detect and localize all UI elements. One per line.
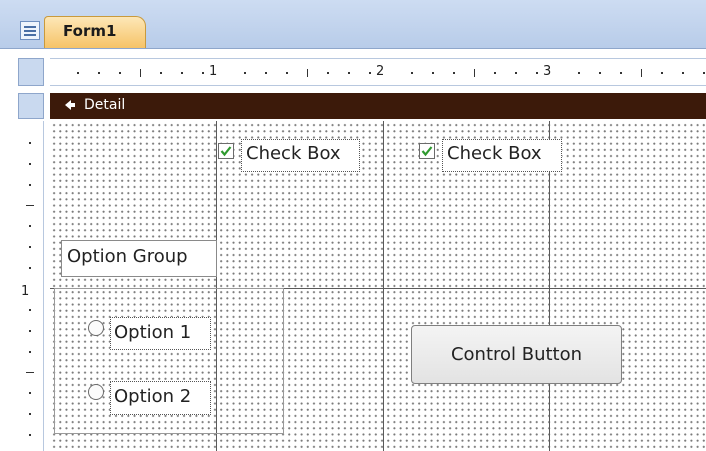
checkmark-icon: [220, 146, 232, 157]
option-2-radio[interactable]: [88, 384, 104, 400]
ruler-mark-3: 3: [543, 64, 552, 79]
ruler-tick: [29, 350, 31, 353]
ruler-tick: [29, 413, 31, 416]
ruler-tick: [202, 72, 205, 74]
control-button[interactable]: Control Button: [411, 325, 622, 384]
check-box-2[interactable]: [419, 143, 435, 159]
ruler-tick: [26, 204, 34, 206]
ruler-tick: [494, 72, 497, 74]
ruler-tick: [410, 72, 413, 74]
grid-line: [383, 121, 384, 451]
ruler-tick: [29, 162, 31, 165]
tab-form1-label: Form1: [63, 22, 117, 40]
ruler-tick: [29, 329, 31, 332]
check-box-1[interactable]: [218, 143, 234, 159]
vertical-ruler-mark-1: 1: [21, 284, 30, 299]
form-icon: [20, 21, 40, 40]
section-selector[interactable]: [18, 93, 44, 119]
ruler-tick: [26, 371, 34, 373]
ruler-tick: [181, 72, 184, 74]
checkmark-icon: [421, 146, 433, 157]
ruler-tick: [431, 72, 434, 74]
ruler-tick: [29, 225, 31, 228]
detail-section-label: Detail: [84, 97, 126, 113]
ruler-tick: [661, 72, 664, 74]
ruler-tick: [29, 434, 31, 437]
ruler-tick: [76, 72, 79, 74]
check-box-2-label[interactable]: Check Box: [442, 139, 562, 172]
ruler-tick: [118, 72, 121, 74]
ruler-tick: [29, 183, 31, 186]
ruler-tick: [29, 392, 31, 395]
ruler-tick: [29, 246, 31, 249]
ruler-tick: [473, 69, 475, 77]
ruler-tick: [29, 267, 31, 270]
check-box-1-label[interactable]: Check Box: [241, 139, 360, 172]
option-1-label[interactable]: Option 1: [110, 317, 211, 350]
ruler-tick: [640, 69, 642, 77]
ruler-tick: [536, 72, 539, 74]
ruler-tick: [327, 72, 330, 74]
ruler-mark-2: 2: [376, 64, 385, 79]
section-arrow-icon: [65, 100, 75, 110]
option-group-label[interactable]: Option Group: [61, 240, 217, 277]
ruler-tick: [160, 72, 163, 74]
ruler-tick: [243, 72, 246, 74]
ruler-tick: [29, 141, 31, 144]
ruler-tick: [452, 72, 455, 74]
ruler-tick: [369, 72, 372, 74]
option-2-label[interactable]: Option 2: [110, 381, 211, 415]
ruler-tick: [703, 72, 706, 74]
option-1-radio[interactable]: [88, 320, 104, 336]
ruler-tick: [139, 69, 141, 77]
ruler-tick: [29, 308, 31, 311]
detail-section-header[interactable]: Detail: [50, 93, 706, 119]
ruler-tick: [306, 69, 308, 77]
form-selector[interactable]: [18, 58, 44, 86]
ruler-tick: [682, 72, 685, 74]
ruler-tick: [598, 72, 601, 74]
ruler-tick: [619, 72, 622, 74]
ruler-tick: [97, 72, 100, 74]
ruler-tick: [515, 72, 518, 74]
tab-form1[interactable]: Form1: [44, 16, 146, 48]
vertical-ruler[interactable]: 1: [18, 121, 44, 451]
horizontal-ruler[interactable]: 1 2 3: [50, 58, 706, 86]
ruler-tick: [348, 72, 351, 74]
ruler-tick: [285, 72, 288, 74]
ruler-tick: [264, 72, 267, 74]
ruler-tick: [577, 72, 580, 74]
ruler-mark-1: 1: [209, 64, 218, 79]
